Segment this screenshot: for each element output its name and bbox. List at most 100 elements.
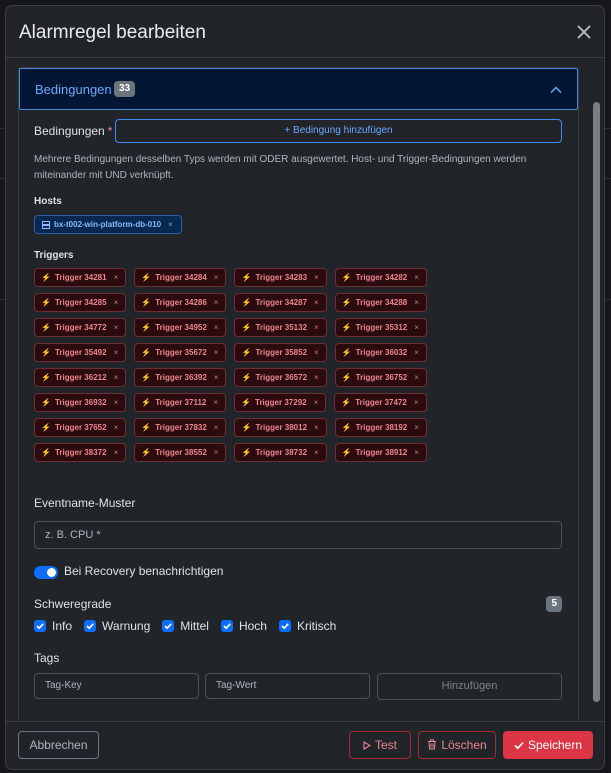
trigger-chip[interactable]: ⚡ Trigger 36572 × [234, 368, 327, 387]
remove-trigger-icon[interactable]: × [314, 323, 319, 332]
save-button[interactable]: Speichern [503, 731, 593, 759]
delete-button[interactable]: Löschen [418, 731, 496, 759]
trigger-chip-label: Trigger 34287 [255, 298, 308, 307]
remove-trigger-icon[interactable]: × [414, 448, 419, 457]
remove-trigger-icon[interactable]: × [314, 298, 319, 307]
check-icon [164, 623, 173, 630]
trigger-chip[interactable]: ⚡ Trigger 38732 × [234, 443, 327, 462]
remove-trigger-icon[interactable]: × [414, 273, 419, 282]
remove-trigger-icon[interactable]: × [314, 273, 319, 282]
trigger-chip[interactable]: ⚡ Trigger 36752 × [334, 368, 427, 387]
trigger-chip[interactable]: ⚡ Trigger 36212 × [34, 368, 127, 387]
recovery-toggle[interactable] [34, 566, 58, 579]
remove-trigger-icon[interactable]: × [214, 273, 219, 282]
trigger-chip[interactable]: ⚡ Trigger 34284 × [134, 268, 227, 287]
trigger-chip[interactable]: ⚡ Trigger 36032 × [334, 343, 427, 362]
trigger-chip[interactable]: ⚡ Trigger 34281 × [34, 268, 127, 287]
test-button[interactable]: Test [349, 731, 411, 759]
remove-trigger-icon[interactable]: × [213, 398, 218, 407]
trigger-chip[interactable]: ⚡ Trigger 37832 × [134, 418, 227, 437]
remove-trigger-icon[interactable]: × [414, 423, 419, 432]
remove-trigger-icon[interactable]: × [414, 373, 419, 382]
trigger-chip-label: Trigger 35492 [54, 348, 107, 357]
trigger-chip-label: Trigger 34288 [355, 298, 408, 307]
remove-trigger-icon[interactable]: × [414, 298, 419, 307]
remove-trigger-icon[interactable]: × [314, 348, 319, 357]
trigger-chip[interactable]: ⚡ Trigger 37472 × [334, 393, 427, 412]
scrollbar-thumb[interactable] [593, 102, 600, 702]
remove-trigger-icon[interactable]: × [314, 448, 319, 457]
remove-trigger-icon[interactable]: × [114, 273, 119, 282]
conditions-accordion-header[interactable]: Bedingungen 33 [19, 68, 578, 110]
trigger-chip[interactable]: ⚡ Trigger 34283 × [234, 268, 327, 287]
trigger-chip[interactable]: ⚡ Trigger 38912 × [334, 443, 427, 462]
remove-trigger-icon[interactable]: × [314, 373, 319, 382]
host-chip[interactable]: bx-t002-win-platform-db-010 × [34, 215, 182, 234]
modal-body[interactable]: Bedingungen 33 Bedingungen * + Bedingung … [6, 59, 604, 721]
remove-trigger-icon[interactable]: × [414, 348, 419, 357]
tag-key-input[interactable]: Tag-Key [34, 673, 199, 699]
accordion-title: Bedingungen [35, 82, 112, 97]
trigger-chip[interactable]: ⚡ Trigger 38552 × [134, 443, 227, 462]
severity-option-hoch[interactable]: Hoch [220, 619, 267, 633]
trigger-chip[interactable]: ⚡ Trigger 36392 × [134, 368, 227, 387]
remove-trigger-icon[interactable]: × [114, 398, 119, 407]
trigger-chip[interactable]: ⚡ Trigger 36932 × [34, 393, 127, 412]
remove-trigger-icon[interactable]: × [214, 423, 219, 432]
remove-trigger-icon[interactable]: × [414, 323, 419, 332]
trigger-chip[interactable]: ⚡ Trigger 35852 × [234, 343, 327, 362]
add-tag-button[interactable]: Hinzufügen [377, 673, 562, 700]
trigger-chip[interactable]: ⚡ Trigger 34286 × [134, 293, 227, 312]
remove-trigger-icon[interactable]: × [114, 348, 119, 357]
trigger-chip[interactable]: ⚡ Trigger 35132 × [234, 318, 327, 337]
trigger-chip[interactable]: ⚡ Trigger 38192 × [334, 418, 427, 437]
severity-option-kritisch[interactable]: Kritisch [278, 619, 336, 633]
remove-trigger-icon[interactable]: × [114, 323, 119, 332]
trigger-chip[interactable]: ⚡ Trigger 37292 × [234, 393, 327, 412]
trigger-chip[interactable]: ⚡ Trigger 38372 × [34, 443, 127, 462]
severity-option-info[interactable]: Info [34, 619, 72, 633]
trigger-chip[interactable]: ⚡ Trigger 34952 × [134, 318, 227, 337]
severity-option-mittel[interactable]: Mittel [162, 619, 209, 633]
checkbox[interactable] [278, 620, 291, 632]
tag-value-input[interactable]: Tag-Wert [205, 673, 370, 699]
event-pattern-input[interactable]: z. B. CPU * [34, 521, 562, 549]
checkbox[interactable] [84, 620, 97, 632]
trigger-chip[interactable]: ⚡ Trigger 35492 × [34, 343, 127, 362]
trigger-chip[interactable]: ⚡ Trigger 34285 × [34, 293, 127, 312]
trigger-chip[interactable]: ⚡ Trigger 38012 × [234, 418, 327, 437]
remove-trigger-icon[interactable]: × [114, 373, 119, 382]
lightning-icon: ⚡ [41, 298, 51, 307]
remove-trigger-icon[interactable]: × [214, 298, 219, 307]
trigger-chip[interactable]: ⚡ Trigger 37112 × [134, 393, 227, 412]
remove-trigger-icon[interactable]: × [214, 348, 219, 357]
trigger-chip[interactable]: ⚡ Trigger 35672 × [134, 343, 227, 362]
trigger-chip[interactable]: ⚡ Trigger 34288 × [334, 293, 427, 312]
remove-trigger-icon[interactable]: × [414, 398, 419, 407]
checkbox[interactable] [162, 620, 175, 632]
remove-trigger-icon[interactable]: × [114, 423, 119, 432]
checkbox[interactable] [220, 620, 233, 632]
trigger-chip[interactable]: ⚡ Trigger 34287 × [234, 293, 327, 312]
remove-trigger-icon[interactable]: × [314, 423, 319, 432]
cancel-button[interactable]: Abbrechen [18, 731, 99, 759]
add-condition-button[interactable]: + Bedingung hinzufügen [115, 119, 562, 143]
lightning-icon: ⚡ [341, 448, 352, 457]
remove-host-icon[interactable]: × [168, 220, 173, 229]
severity-option-warnung[interactable]: Warnung [84, 619, 150, 633]
checkbox[interactable] [34, 620, 46, 632]
trigger-chip[interactable]: ⚡ Trigger 34772 × [34, 318, 127, 337]
remove-trigger-icon[interactable]: × [114, 448, 119, 457]
remove-trigger-icon[interactable]: × [314, 398, 319, 407]
trigger-chip[interactable]: ⚡ Trigger 35312 × [334, 318, 427, 337]
trigger-chip[interactable]: ⚡ Trigger 34282 × [334, 268, 427, 287]
lightning-icon: ⚡ [41, 398, 51, 407]
close-button[interactable] [574, 22, 594, 42]
remove-trigger-icon[interactable]: × [214, 448, 219, 457]
remove-trigger-icon[interactable]: × [114, 298, 119, 307]
remove-trigger-icon[interactable]: × [214, 323, 219, 332]
trigger-chip-label: Trigger 36032 [355, 348, 408, 357]
trigger-chip[interactable]: ⚡ Trigger 37652 × [34, 418, 127, 437]
remove-trigger-icon[interactable]: × [214, 373, 219, 382]
lightning-icon: ⚡ [141, 298, 152, 307]
